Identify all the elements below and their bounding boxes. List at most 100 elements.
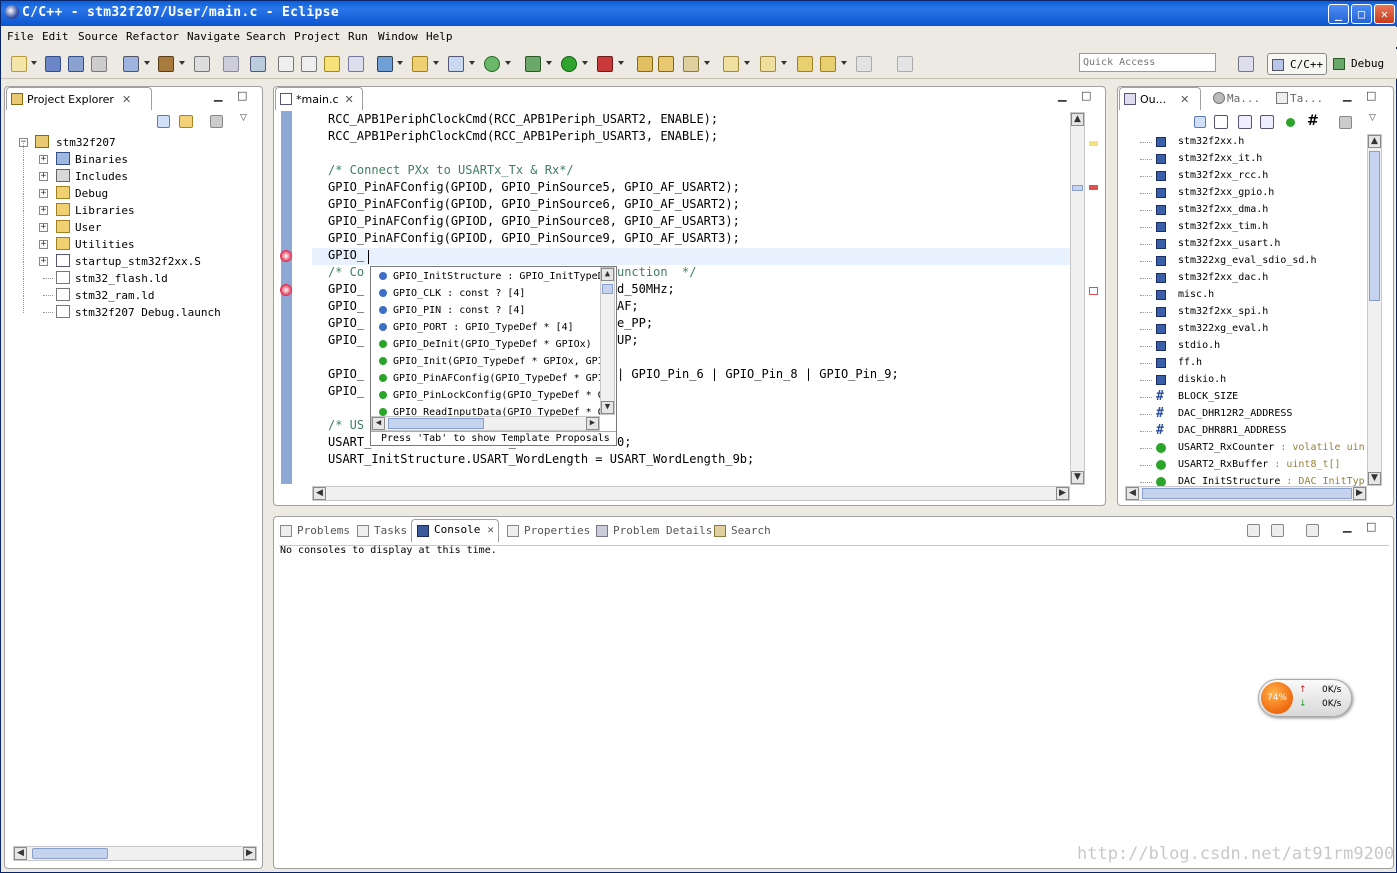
scroll-right-icon[interactable]: ▶ xyxy=(1056,487,1069,500)
annotation-icon[interactable] xyxy=(348,56,364,72)
autocomplete-popup[interactable]: GPIO_InitStructure : GPIO_InitTypeDef GPI… xyxy=(370,266,617,446)
open-console-icon[interactable] xyxy=(1247,524,1260,537)
maximize-editor-icon[interactable]: □ xyxy=(1081,89,1091,102)
build-hammer-icon[interactable] xyxy=(158,56,174,72)
tab-project-explorer[interactable]: Project Explorer ✕ xyxy=(6,87,152,110)
overview-error-marker[interactable] xyxy=(1089,185,1098,190)
autocomplete-item[interactable]: GPIO_DeInit(GPIO_TypeDef * GPIOx) xyxy=(371,336,600,353)
explorer-hscroll[interactable]: ◀ ▶ xyxy=(13,846,257,861)
block-select-icon[interactable] xyxy=(278,56,294,72)
close-tab-icon[interactable]: ✕ xyxy=(1180,93,1189,106)
minimize-button[interactable]: _ xyxy=(1328,4,1349,24)
menu-edit[interactable]: Edit xyxy=(42,30,69,43)
external-tools-icon[interactable] xyxy=(597,56,613,72)
tab-search[interactable]: Search xyxy=(714,522,771,542)
popup-hscroll[interactable]: ◀ ▶ xyxy=(371,416,600,431)
popup-vscroll[interactable]: ▲ ▼ xyxy=(600,267,615,415)
maximize-view-icon[interactable]: □ xyxy=(1366,89,1376,102)
scroll-left-icon[interactable]: ◀ xyxy=(14,847,27,860)
hscroll-thumb[interactable] xyxy=(32,848,108,859)
collapse-all-icon[interactable] xyxy=(157,115,170,128)
perspective-cc-button[interactable]: C/C++ xyxy=(1267,53,1327,75)
autocomplete-item[interactable]: GPIO_PORT : GPIO_TypeDef * [4] xyxy=(371,319,600,336)
tab-tasks[interactable]: Ta... xyxy=(1272,87,1323,109)
sort-icon[interactable] xyxy=(1214,115,1228,129)
close-button[interactable]: ✕ xyxy=(1374,4,1395,24)
new-console-icon[interactable] xyxy=(1306,524,1319,537)
expand-icon[interactable]: + xyxy=(39,172,48,181)
save-icon[interactable] xyxy=(45,56,61,72)
filter-icon[interactable] xyxy=(210,115,223,128)
minimize-view-icon[interactable]: ▁ xyxy=(1343,89,1351,102)
overview-error-marker[interactable] xyxy=(1089,287,1098,295)
open-type-icon[interactable] xyxy=(637,56,653,72)
scroll-right-icon[interactable]: ▶ xyxy=(1353,487,1366,500)
forward-icon[interactable] xyxy=(856,56,872,72)
expand-icon[interactable]: + xyxy=(39,189,48,198)
hide-macros-icon[interactable]: # xyxy=(1307,113,1319,129)
close-tab-icon[interactable]: ✕ xyxy=(487,523,494,536)
expand-icon[interactable]: + xyxy=(39,155,48,164)
autocomplete-item[interactable]: GPIO_InitStructure : GPIO_InitTypeDef xyxy=(371,268,616,285)
scroll-down-icon[interactable]: ▼ xyxy=(1071,471,1084,484)
menu-navigate[interactable]: Navigate xyxy=(187,30,240,43)
menu-refactor[interactable]: Refactor xyxy=(126,30,179,43)
scroll-down-icon[interactable]: ▼ xyxy=(1368,472,1381,485)
hscroll-thumb[interactable] xyxy=(388,418,484,429)
open-perspective-icon[interactable] xyxy=(1238,56,1254,72)
scroll-down-icon[interactable]: ▼ xyxy=(601,401,614,414)
highlight-icon[interactable] xyxy=(324,56,340,72)
close-tab-icon[interactable]: ✕ xyxy=(122,93,131,106)
close-tab-icon[interactable]: ✕ xyxy=(345,93,354,106)
prev-annotation-icon[interactable] xyxy=(760,56,776,72)
tab-problems[interactable]: Problems xyxy=(280,522,350,542)
hscroll-thumb[interactable] xyxy=(1142,488,1352,499)
menu-file[interactable]: File xyxy=(7,30,34,43)
display-console-icon[interactable] xyxy=(1271,524,1284,537)
tab-properties[interactable]: Properties xyxy=(507,522,590,542)
pin-editor-icon[interactable] xyxy=(897,56,913,72)
tab-make[interactable]: Ma... xyxy=(1209,87,1260,109)
expand-icon[interactable]: + xyxy=(39,223,48,232)
toggle-mark-icon[interactable] xyxy=(250,56,266,72)
menu-help[interactable]: Help xyxy=(426,30,453,43)
error-marker-icon[interactable] xyxy=(280,284,292,296)
tab-console[interactable]: Console ✕ xyxy=(411,519,499,542)
menu-source[interactable]: Source xyxy=(78,30,118,43)
menu-search[interactable]: Search xyxy=(246,30,286,43)
minimize-view-icon[interactable]: ▁ xyxy=(214,89,222,102)
whitespace-icon[interactable] xyxy=(301,56,317,72)
print-icon[interactable] xyxy=(91,56,107,72)
binary-icon[interactable] xyxy=(194,56,210,72)
hide-fields-icon[interactable] xyxy=(1238,115,1252,129)
back-icon[interactable] xyxy=(820,56,836,72)
outline-hscroll[interactable]: ◀ ▶ xyxy=(1125,486,1367,501)
scroll-left-icon[interactable]: ◀ xyxy=(313,487,326,500)
scroll-up-icon[interactable]: ▲ xyxy=(1368,135,1381,148)
outline-vscroll[interactable]: ▲ ▼ xyxy=(1367,134,1382,486)
editor-hscroll[interactable]: ◀ ▶ xyxy=(312,486,1070,501)
network-speed-widget[interactable]: 74% ↑ ↓ 0K/s 0K/s xyxy=(1258,679,1352,717)
expand-icon[interactable]: + xyxy=(39,257,48,266)
view-menu-icon[interactable]: ▽ xyxy=(1369,113,1376,123)
new-project-icon[interactable] xyxy=(377,56,393,72)
vscroll-thumb[interactable] xyxy=(1369,151,1380,301)
hide-static-icon[interactable] xyxy=(1260,115,1274,129)
menu-run[interactable]: Run xyxy=(348,30,368,43)
autocomplete-item[interactable]: GPIO_PinAFConfig(GPIO_TypeDef * GPI xyxy=(371,370,604,387)
maximize-view-icon[interactable]: □ xyxy=(237,89,247,102)
autocomplete-item[interactable]: GPIO_CLK : const ? [4] xyxy=(371,285,600,302)
vscroll-thumb[interactable] xyxy=(1072,185,1083,191)
expand-icon[interactable]: + xyxy=(39,240,48,249)
view-menu-icon[interactable]: ▽ xyxy=(240,113,247,123)
scroll-up-icon[interactable]: ▲ xyxy=(601,268,614,281)
new-folder-icon[interactable] xyxy=(412,56,428,72)
menu-project[interactable]: Project xyxy=(294,30,340,43)
run-icon[interactable] xyxy=(561,56,577,72)
tab-main-c[interactable]: *main.c ✕ xyxy=(275,87,363,110)
vscroll-thumb[interactable] xyxy=(602,284,613,294)
scroll-left-icon[interactable]: ◀ xyxy=(1126,487,1139,500)
overview-warning-marker[interactable] xyxy=(1089,141,1098,146)
new-source-icon[interactable] xyxy=(448,56,464,72)
link-editor-icon[interactable] xyxy=(179,115,193,128)
